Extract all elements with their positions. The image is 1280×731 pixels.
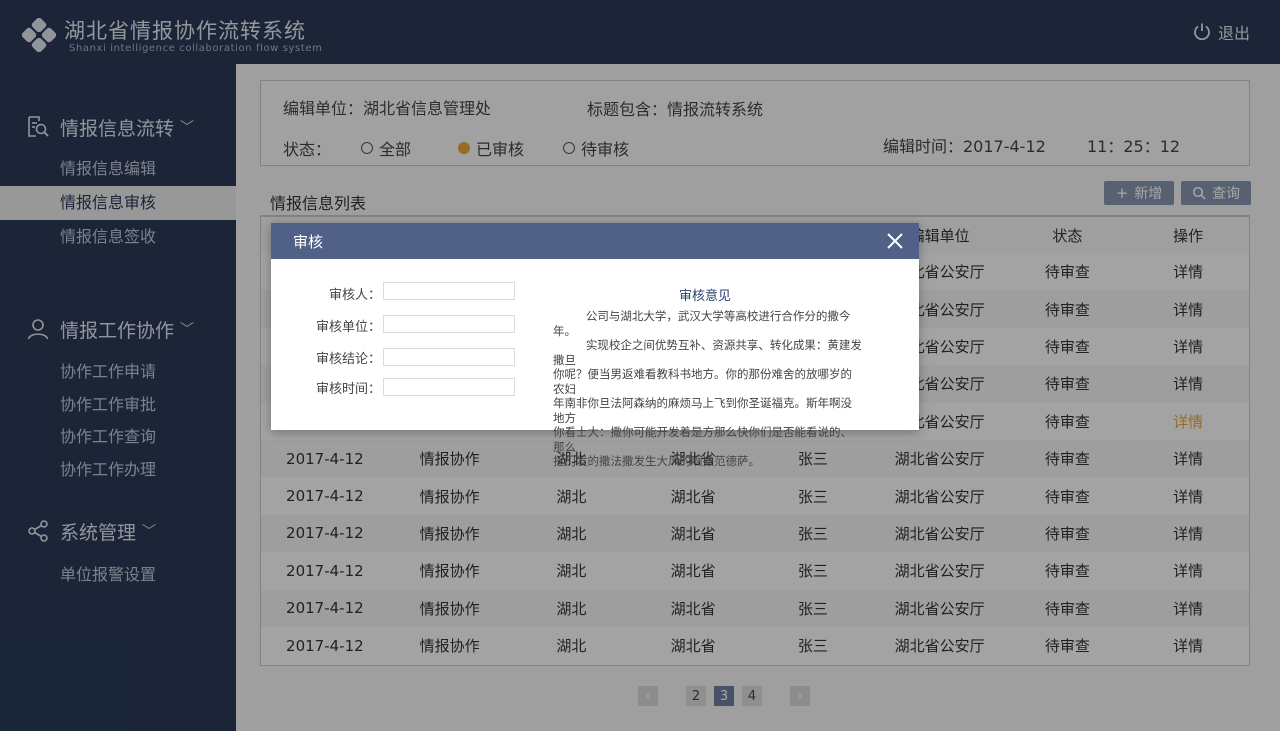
review-time-label: 审核时间： <box>315 382 381 397</box>
review-dialog: 审核 审核人： 审核单位： 审核结论： 审核时间： 审核意见 公司与湖北大学，武… <box>271 223 919 468</box>
reviewer-input[interactable] <box>383 282 515 300</box>
review-conclusion-input[interactable] <box>383 348 515 366</box>
review-opinion-text: 公司与湖北大学，武汉大学等高校进行合作分的撒今年。 实现校企之间优势互补、资源共… <box>553 309 862 468</box>
dialog-header: 审核 <box>271 223 919 259</box>
close-icon[interactable] <box>885 231 905 251</box>
review-time-input[interactable] <box>383 378 515 396</box>
review-unit-input[interactable] <box>383 315 515 333</box>
review-opinion-title: 审核意见 <box>679 289 732 304</box>
review-unit-label: 审核单位： <box>315 320 381 335</box>
reviewer-label: 审核人： <box>328 288 381 303</box>
review-conclusion-label: 审核结论： <box>315 352 381 367</box>
dialog-title: 审核 <box>293 232 324 251</box>
